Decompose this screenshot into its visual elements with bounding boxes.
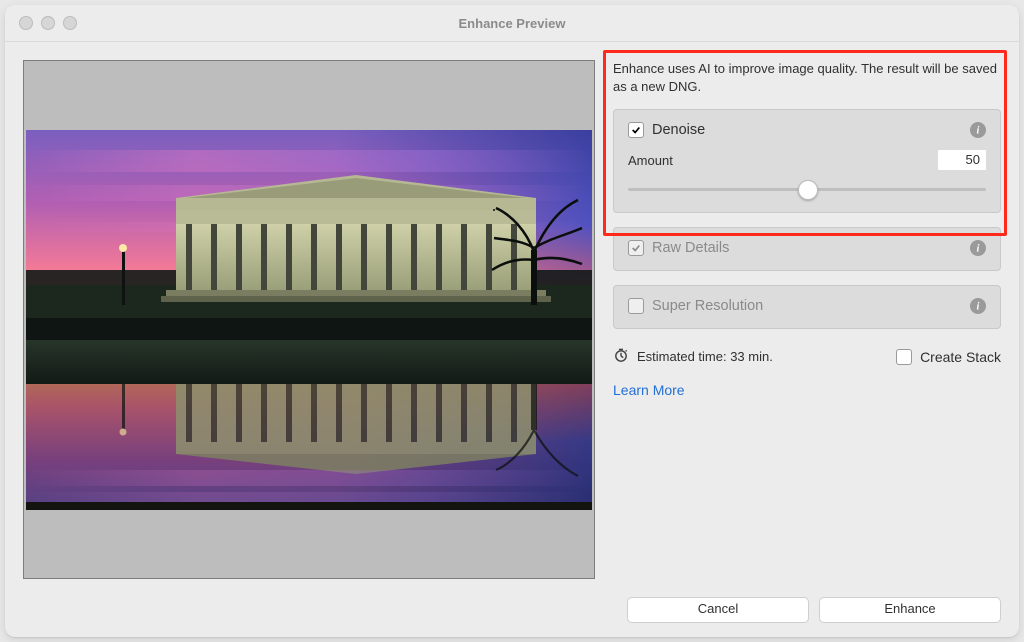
estimated-time: Estimated time: 33 min. — [637, 349, 773, 364]
svg-text:i: i — [977, 244, 980, 255]
denoise-group: Denoise i Amount 50 — [613, 109, 1001, 213]
svg-text:i: i — [977, 302, 980, 313]
learn-more-link[interactable]: Learn More — [613, 382, 1001, 398]
denoise-checkbox[interactable] — [628, 122, 644, 138]
raw-details-checkbox — [628, 240, 644, 256]
enhance-description: Enhance uses AI to improve image quality… — [613, 60, 1001, 95]
info-icon[interactable]: i — [970, 122, 986, 138]
cancel-button[interactable]: Cancel — [627, 597, 809, 623]
raw-details-label: Raw Details — [652, 240, 729, 256]
raw-details-group: Raw Details i — [613, 227, 1001, 271]
timer-icon — [613, 347, 629, 366]
preview-pane[interactable] — [23, 60, 595, 579]
info-icon[interactable]: i — [970, 298, 986, 314]
enhance-preview-window: Enhance Preview — [5, 5, 1019, 637]
close-window-button[interactable] — [19, 16, 33, 30]
info-icon[interactable]: i — [970, 240, 986, 256]
amount-slider[interactable] — [628, 180, 986, 198]
enhance-button[interactable]: Enhance — [819, 597, 1001, 623]
maximize-window-button[interactable] — [63, 16, 77, 30]
amount-value[interactable]: 50 — [938, 150, 986, 170]
denoise-label: Denoise — [652, 122, 705, 138]
footer: Cancel Enhance — [5, 597, 1019, 637]
titlebar: Enhance Preview — [5, 5, 1019, 42]
controls-panel: Enhance uses AI to improve image quality… — [613, 60, 1001, 579]
window-title: Enhance Preview — [5, 16, 1019, 31]
window-controls — [19, 16, 77, 30]
preview-image — [26, 130, 592, 510]
create-stack-checkbox[interactable] — [896, 349, 912, 365]
amount-label: Amount — [628, 153, 673, 168]
amount-slider-thumb[interactable] — [798, 180, 818, 200]
svg-text:i: i — [977, 126, 980, 137]
super-resolution-group: Super Resolution i — [613, 285, 1001, 329]
super-resolution-checkbox — [628, 298, 644, 314]
create-stack-label: Create Stack — [920, 349, 1001, 365]
super-resolution-label: Super Resolution — [652, 298, 763, 314]
minimize-window-button[interactable] — [41, 16, 55, 30]
